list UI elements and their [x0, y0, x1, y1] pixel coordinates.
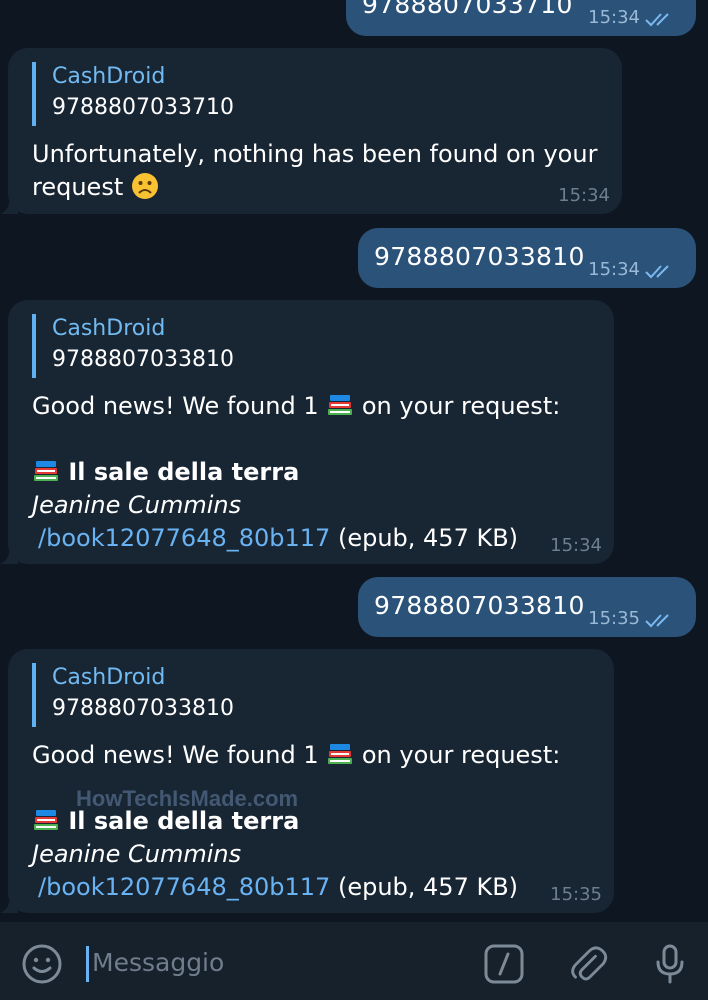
message-time: 15:34	[550, 535, 602, 556]
book-download-link[interactable]: /book12077648_80b117	[38, 524, 330, 552]
message-time: 15:35	[550, 884, 602, 905]
book-meta: (epub, 457 KB)	[337, 524, 519, 552]
quote-sender: CashDroid	[52, 316, 166, 341]
incoming-message[interactable]: CashDroid 9788807033810 Good news! We fo…	[0, 300, 614, 564]
reply-quote[interactable]: CashDroid 9788807033810	[32, 663, 234, 727]
reply-quote[interactable]: CashDroid 9788807033810	[32, 314, 234, 378]
bubble-tail	[0, 895, 18, 913]
outgoing-message[interactable]: 9788807033810 15:34	[358, 228, 696, 288]
outgoing-message[interactable]: 9788807033710 15:34	[346, 0, 696, 36]
book-download-link[interactable]: /book12077648_80b117	[38, 873, 330, 901]
read-ticks-icon	[645, 614, 669, 628]
message-time: 15:34	[558, 185, 610, 206]
reply-quote[interactable]: CashDroid 9788807033710	[32, 62, 234, 126]
quote-sender: CashDroid	[52, 665, 166, 690]
read-ticks-icon	[645, 13, 669, 27]
bot-command-icon[interactable]	[482, 942, 526, 986]
message-line: Good news! We found 1	[32, 392, 319, 420]
message-time: 15:34	[588, 259, 640, 280]
books-icon	[328, 395, 353, 415]
message-line: on your request:	[361, 741, 561, 769]
book-author: Jeanine Cummins	[32, 840, 242, 868]
watermark: HowTechIsMade.com	[76, 786, 299, 811]
books-icon	[34, 810, 58, 830]
bubble-tail	[0, 196, 18, 214]
book-author: Jeanine Cummins	[32, 491, 242, 519]
sad-face-icon	[131, 173, 158, 199]
quote-text: 9788807033810	[52, 347, 234, 372]
message-input[interactable]: Messaggio	[86, 942, 466, 982]
message-time: 15:34	[588, 7, 640, 28]
chat-history[interactable]: 9788807033710 15:34 CashDroid 9788807033…	[0, 0, 708, 922]
incoming-message[interactable]: CashDroid 9788807033710 Unfortunately, n…	[0, 48, 622, 214]
emoji-icon[interactable]	[20, 942, 64, 986]
message-text: 9788807033810	[374, 591, 585, 620]
books-icon	[34, 461, 58, 481]
message-input-placeholder: Messaggio	[92, 948, 225, 977]
quote-text: 9788807033810	[52, 696, 234, 721]
text-caret	[86, 946, 89, 982]
book-title: Il sale della terra	[68, 458, 300, 486]
message-time: 15:35	[588, 608, 640, 629]
message-text: 9788807033810	[374, 242, 585, 271]
message-text: 9788807033710	[362, 0, 573, 19]
message-line: Unfortunately, nothing has been found on…	[32, 140, 598, 168]
bubble-tail	[0, 546, 18, 564]
quote-text: 9788807033710	[52, 95, 234, 120]
message-line: Good news! We found 1	[32, 741, 319, 769]
message-line: request	[32, 173, 124, 201]
books-icon	[328, 744, 353, 764]
quote-sender: CashDroid	[52, 64, 166, 89]
incoming-message[interactable]: CashDroid 9788807033810 Good news! We fo…	[0, 649, 614, 913]
read-ticks-icon	[645, 265, 669, 279]
message-line: on your request:	[361, 392, 561, 420]
outgoing-message[interactable]: 9788807033810 15:35	[358, 577, 696, 637]
book-meta: (epub, 457 KB)	[337, 873, 519, 901]
message-composer: Messaggio	[0, 922, 708, 1000]
attach-icon[interactable]	[566, 942, 610, 986]
mic-icon[interactable]	[648, 942, 692, 986]
